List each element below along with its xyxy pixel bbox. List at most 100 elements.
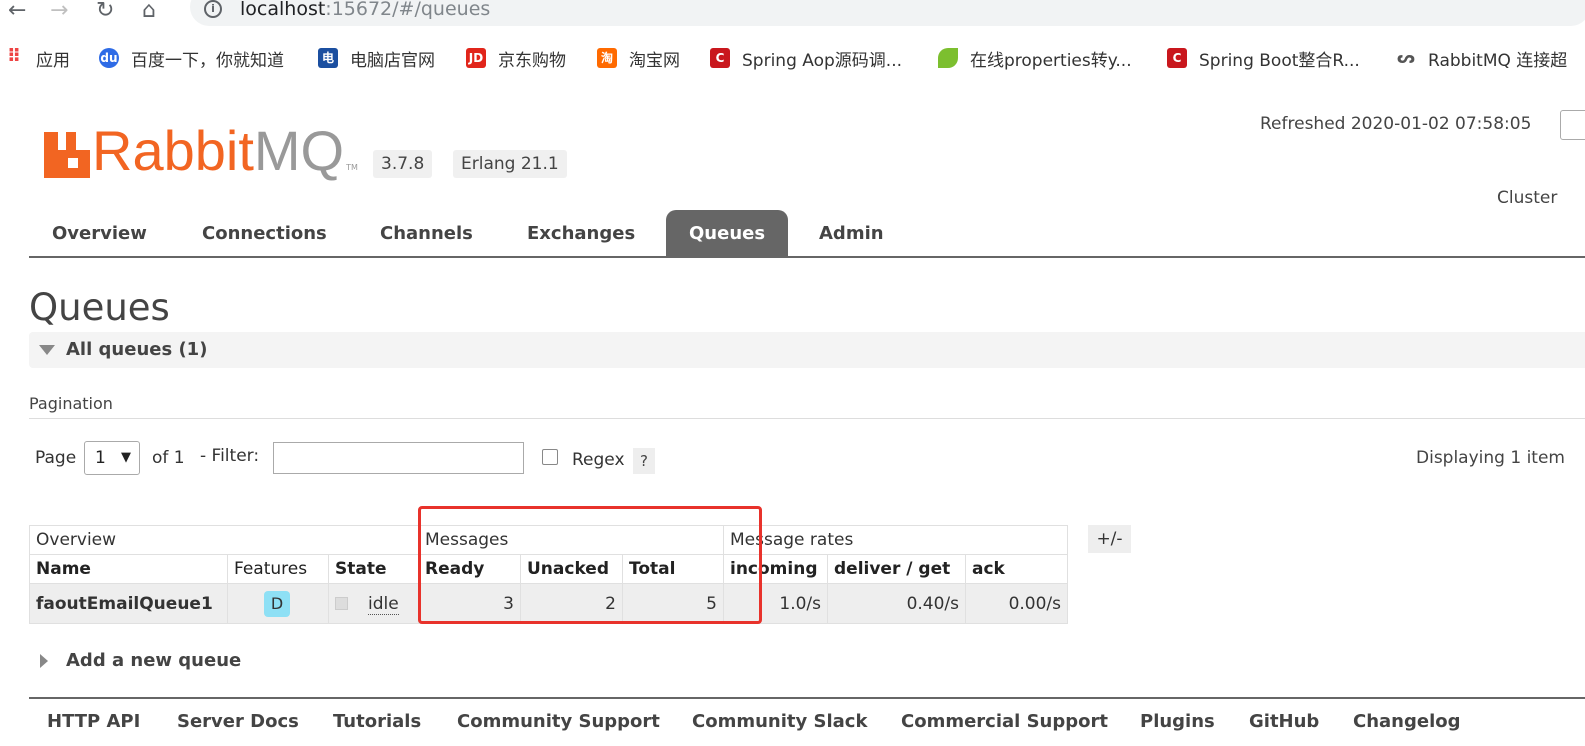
features-cell: D — [227, 583, 329, 624]
leaf-icon — [938, 48, 958, 68]
bookmark-rabbitmq[interactable]: ᔕ RabbitMQ 连接超 — [1396, 47, 1567, 71]
footer-link-plugins[interactable]: Plugins — [1140, 711, 1215, 732]
col-unacked[interactable]: Unacked — [520, 554, 623, 584]
queue-name-link[interactable]: faoutEmailQueue1 — [29, 583, 228, 624]
home-icon[interactable]: ⌂ — [142, 0, 156, 22]
page-select-value: 1 — [95, 448, 106, 468]
help-button[interactable]: ? — [633, 448, 655, 474]
footer-link-http-api[interactable]: HTTP API — [47, 711, 140, 732]
back-arrow-icon[interactable]: ← — [8, 0, 26, 22]
deliver-get-cell: 0.40/s — [827, 583, 966, 624]
bookmark-taobao[interactable]: 淘 淘宝网 — [597, 47, 680, 71]
col-total[interactable]: Total — [622, 554, 724, 584]
logo-text-rabbit: Rabbit — [92, 119, 254, 182]
bookmark-baidu[interactable]: du 百度一下，你就知道 — [99, 47, 284, 71]
main-nav-tabs: Overview Connections Channels Exchanges … — [29, 210, 1585, 258]
version-badge: 3.7.8 — [373, 150, 433, 178]
add-queue-label: Add a new queue — [66, 650, 242, 671]
footer-link-tutorials[interactable]: Tutorials — [333, 711, 421, 732]
page-title: Queues — [29, 286, 170, 329]
pagination-label: Pagination — [29, 394, 113, 413]
footer-link-community-support[interactable]: Community Support — [457, 711, 660, 732]
ack-cell: 0.00/s — [965, 583, 1068, 624]
divider — [29, 418, 1585, 419]
queues-table: Overview Messages Message rates Name Fea… — [29, 525, 1068, 624]
filter-input[interactable] — [273, 442, 524, 474]
expand-triangle-icon — [40, 654, 48, 668]
info-icon[interactable]: i — [204, 0, 222, 18]
taobao-icon: 淘 — [597, 48, 617, 68]
footer-link-github[interactable]: GitHub — [1249, 711, 1319, 732]
col-incoming[interactable]: incoming — [723, 554, 828, 584]
table-row[interactable]: faoutEmailQueue1 D idle 3 2 5 1.0/s 0.40… — [29, 583, 1068, 624]
page-count-label: of 1 — [152, 448, 185, 468]
select-caret-icon: ▼ — [121, 450, 131, 465]
tab-connections[interactable]: Connections — [179, 210, 350, 256]
baidu-paw-icon: du — [99, 48, 119, 68]
bookmark-spring-aop[interactable]: C Spring Aop源码调... — [710, 47, 902, 71]
column-toggle-button[interactable]: +/- — [1088, 525, 1131, 553]
group-overview: Overview — [29, 525, 419, 555]
tab-overview[interactable]: Overview — [29, 210, 170, 256]
url-text[interactable]: localhost:15672/#/queues — [240, 0, 490, 20]
tab-admin[interactable]: Admin — [796, 210, 907, 256]
col-ack[interactable]: ack — [965, 554, 1068, 584]
all-queues-section-header[interactable]: All queues (1) — [29, 332, 1585, 368]
apps-grid-icon: ⠿ — [6, 46, 22, 67]
logo-text-mq: MQ — [253, 119, 345, 182]
erlang-badge: Erlang 21.1 — [453, 150, 567, 178]
state-cell: idle — [328, 583, 419, 624]
regex-label: Regex — [572, 450, 625, 470]
bookmark-spring-boot[interactable]: C Spring Boot整合R... — [1167, 47, 1360, 71]
state-indicator-icon — [335, 597, 348, 610]
refresh-interval-select[interactable] — [1560, 110, 1585, 140]
col-name[interactable]: Name — [29, 554, 228, 584]
col-state[interactable]: State — [328, 554, 419, 584]
group-message-rates: Message rates — [723, 525, 1068, 555]
bookmarks-bar: ⠿ 应用 du 百度一下，你就知道 电 电脑店官网 JD 京东购物 淘 淘宝网 … — [0, 40, 1585, 76]
footer-link-server-docs[interactable]: Server Docs — [177, 711, 299, 732]
tab-exchanges[interactable]: Exchanges — [504, 210, 658, 256]
durable-badge: D — [264, 590, 290, 617]
rabbitmq-logo[interactable]: Rabbit MQ TM — [44, 116, 358, 182]
rabbitmq-logo-icon — [44, 132, 90, 178]
ready-cell: 3 — [418, 583, 521, 624]
csdn-icon: C — [1167, 48, 1187, 68]
jd-icon: JD — [466, 48, 486, 68]
footer-divider — [29, 697, 1585, 699]
tab-channels[interactable]: Channels — [357, 210, 496, 256]
address-bar[interactable]: i localhost:15672/#/queues — [190, 0, 1585, 26]
bookmark-jd[interactable]: JD 京东购物 — [466, 47, 566, 71]
table-column-header: Name Features State Ready Unacked Total … — [29, 554, 1068, 584]
col-features[interactable]: Features — [227, 554, 329, 584]
table-group-header: Overview Messages Message rates — [29, 525, 1068, 555]
cluster-label: Cluster — [1497, 188, 1558, 208]
logo-tm: TM — [346, 163, 358, 172]
bookmark-diannaodian[interactable]: 电 电脑店官网 — [318, 47, 435, 71]
forward-arrow-icon[interactable]: → — [50, 0, 68, 22]
incoming-cell: 1.0/s — [723, 583, 828, 624]
page-select[interactable]: 1 ▼ — [84, 441, 140, 475]
footer-link-commercial-support[interactable]: Commercial Support — [901, 711, 1108, 732]
bookmark-apps[interactable]: ⠿ 应用 — [4, 46, 70, 71]
browser-toolbar: ← → ↻ ⌂ i localhost:15672/#/queues — [0, 0, 1585, 26]
bookmark-properties[interactable]: 在线properties转y... — [938, 47, 1132, 71]
unacked-cell: 2 — [520, 583, 623, 624]
reload-icon[interactable]: ↻ — [96, 0, 114, 22]
footer-link-community-slack[interactable]: Community Slack — [692, 711, 867, 732]
csdn-icon: C — [710, 48, 730, 68]
col-deliver-get[interactable]: deliver / get — [827, 554, 966, 584]
section-title: All queues (1) — [66, 339, 208, 360]
displaying-count: Displaying 1 item — [1416, 448, 1565, 468]
collapse-triangle-icon — [39, 345, 55, 355]
group-messages: Messages — [418, 525, 724, 555]
tab-queues[interactable]: Queues — [666, 210, 789, 256]
refreshed-timestamp: Refreshed 2020-01-02 07:58:05 — [1260, 114, 1532, 134]
col-ready[interactable]: Ready — [418, 554, 521, 584]
footer-link-changelog[interactable]: Changelog — [1353, 711, 1461, 732]
regex-checkbox[interactable] — [542, 449, 558, 465]
filter-label: - Filter: — [200, 446, 260, 466]
footer-links: HTTP API Server Docs Tutorials Community… — [29, 711, 1585, 737]
rabbitmq-bookmark-icon: ᔕ — [1396, 48, 1416, 67]
diannaodian-icon: 电 — [318, 48, 338, 68]
